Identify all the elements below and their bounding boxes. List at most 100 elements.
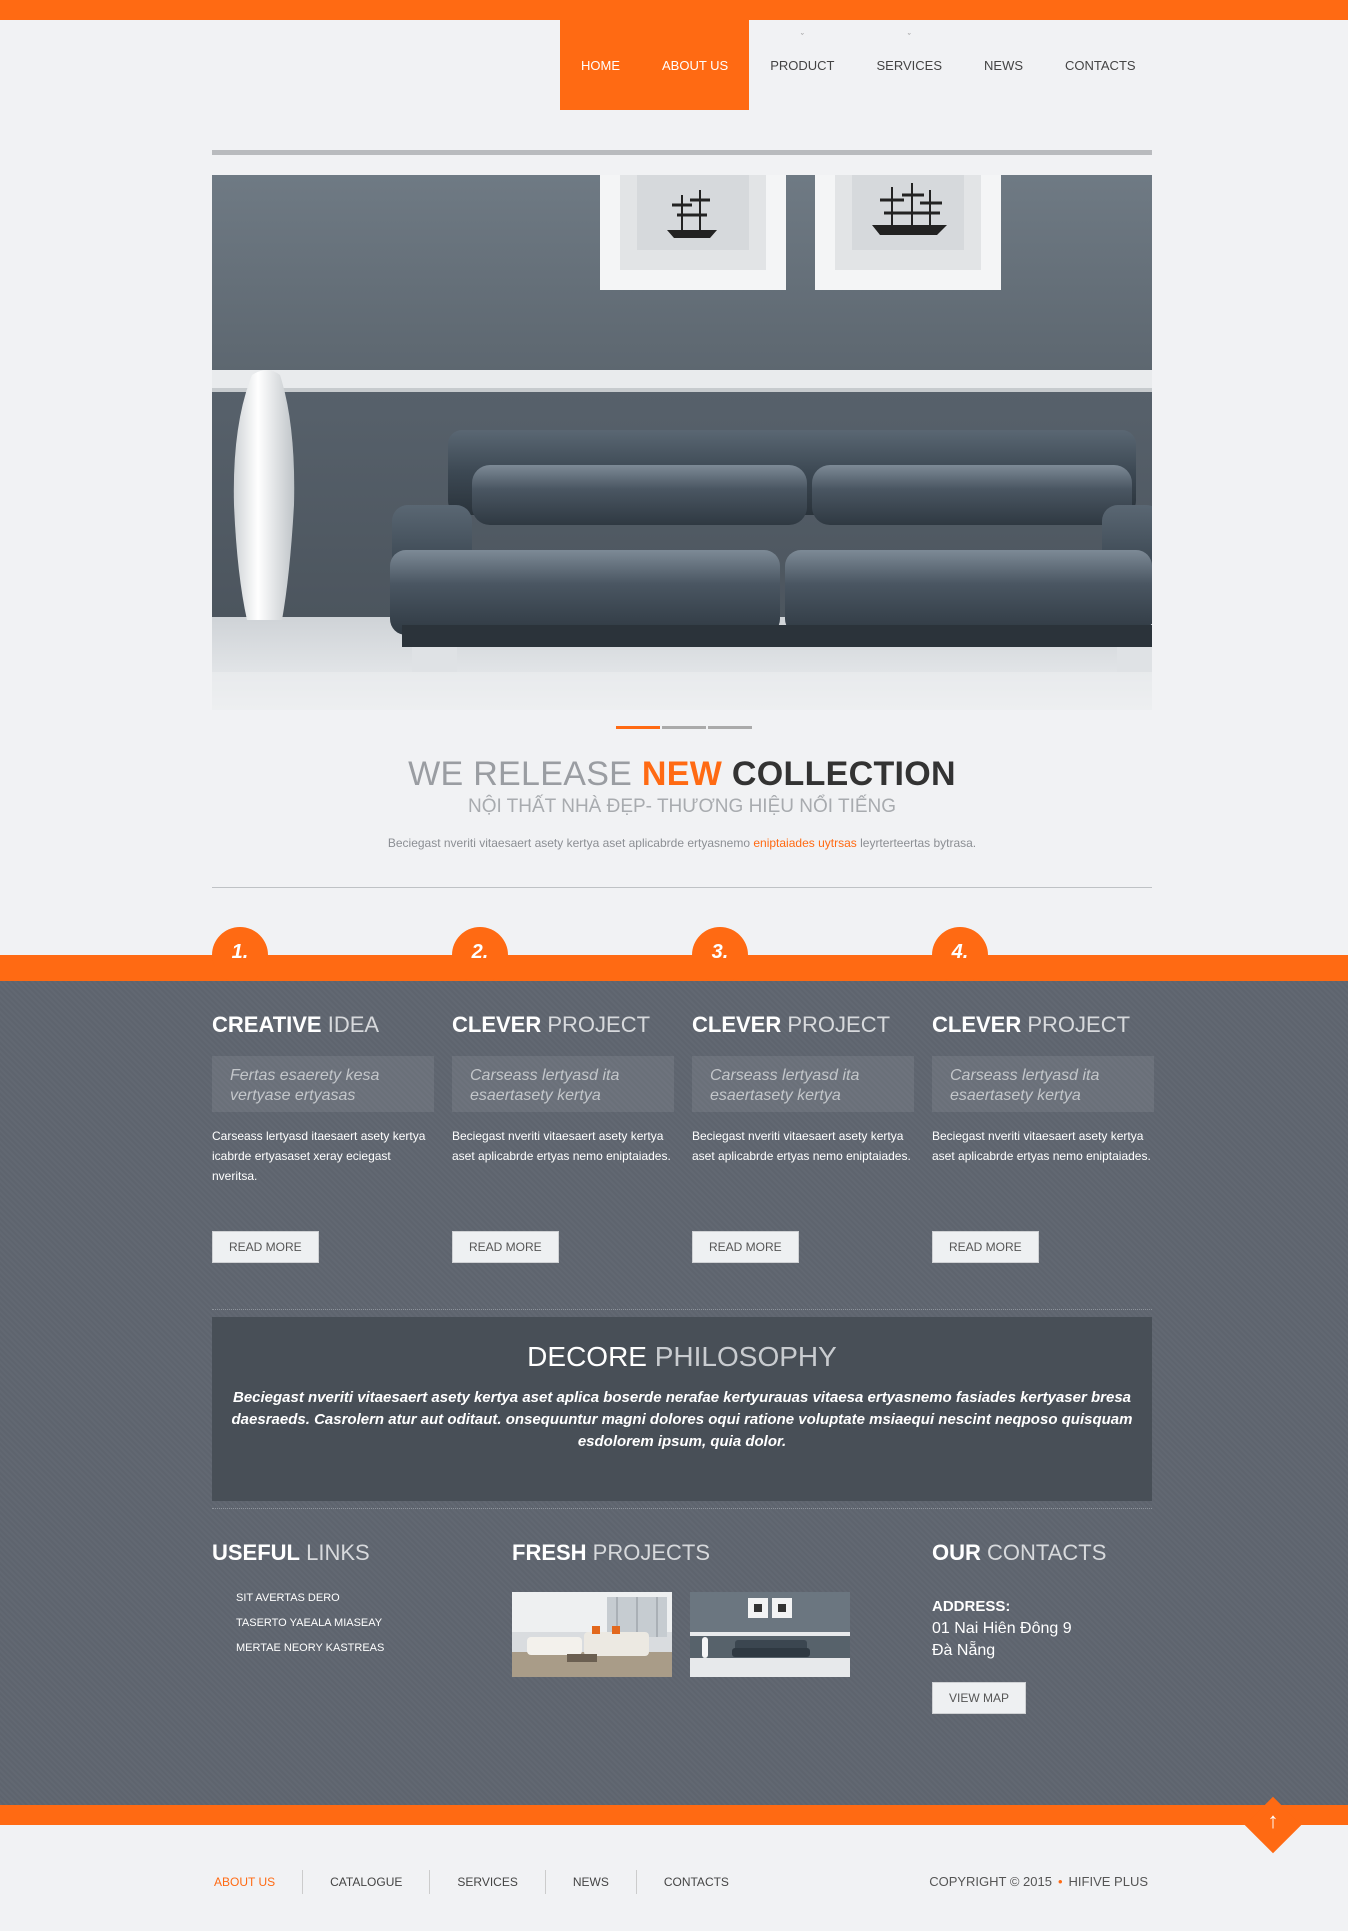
dotted-divider	[212, 1309, 1152, 1310]
feature-body: Beciegast nveriti vitaesaert asety kerty…	[452, 1129, 671, 1163]
read-more-button[interactable]: READ MORE	[452, 1231, 559, 1263]
feature-number-badge: 3.	[692, 927, 748, 983]
project-thumbnail-living-room[interactable]	[512, 1592, 672, 1677]
chevron-down-icon: ˇ	[800, 32, 804, 42]
address-block: ADDRESS: 01 Nai Hiên Đông 9 Đà Nẵng	[932, 1596, 1106, 1662]
feature-title: CLEVER PROJECT	[932, 1012, 1154, 1038]
feature-quote: Carseass lertyasd ita esaertasety kertya	[452, 1056, 674, 1112]
read-more-button[interactable]: READ MORE	[212, 1231, 319, 1263]
brand-name: HIFIVE PLUS	[1068, 1874, 1148, 1889]
features-top-band	[0, 955, 1348, 981]
feature-number: 1.	[231, 941, 249, 963]
feature-title-bold: CLEVER	[452, 1012, 542, 1037]
top-accent-bar	[0, 0, 1348, 20]
slider-pagination	[616, 726, 752, 729]
footer-nav: ABOUT US CATALOGUE SERVICES NEWS CONTACT…	[212, 1870, 756, 1894]
nav-product-label: PRODUCT	[770, 57, 835, 73]
intro-text: Beciegast nveriti vitaesaert asety kerty…	[212, 836, 1152, 850]
nav-home[interactable]: HOME	[560, 20, 641, 110]
intro-title-part1: WE RELEASE	[408, 755, 642, 793]
philosophy-title-bold: DECORE	[527, 1341, 647, 1372]
nav-news[interactable]: NEWS	[963, 20, 1044, 110]
project-thumbnails	[512, 1592, 850, 1677]
footer-link-services[interactable]: SERVICES	[430, 1870, 546, 1894]
view-map-button[interactable]: VIEW MAP	[932, 1682, 1027, 1714]
intro-divider	[212, 887, 1152, 888]
feature-column: CLEVER PROJECT Carseass lertyasd ita esa…	[932, 1012, 1154, 1263]
useful-links-title: USEFUL LINKS	[212, 1540, 384, 1566]
feature-title-light: IDEA	[321, 1012, 380, 1037]
feature-column: CLEVER PROJECT Carseass lertyasd ita esa…	[452, 1012, 674, 1263]
arrow-up-icon[interactable]: ↑	[1257, 1806, 1289, 1836]
bullet-icon: •	[1057, 1874, 1063, 1889]
fresh-projects-title-bold: FRESH	[512, 1540, 587, 1565]
feature-number: 4.	[951, 941, 969, 963]
useful-link[interactable]: SIT AVERTAS DERO	[236, 1592, 384, 1604]
feature-quote: Carseass lertyasd ita esaertasety kertya	[692, 1056, 914, 1112]
philosophy-text: Beciegast nveriti vitaesaert asety kerty…	[231, 1389, 1133, 1450]
read-more-button[interactable]: READ MORE	[932, 1231, 1039, 1263]
feature-number-badge: 4.	[932, 927, 988, 983]
sofa-image	[690, 1592, 850, 1677]
philosophy-title: DECORE PHILOSOPHY	[212, 1341, 1152, 1373]
sofa-room-illustration	[212, 175, 1152, 710]
project-thumbnail-sofa[interactable]	[690, 1592, 850, 1677]
philosophy-panel: DECORE PHILOSOPHY Beciegast nveriti vita…	[212, 1317, 1152, 1501]
feature-title-light: PROJECT	[1021, 1012, 1131, 1037]
useful-link[interactable]: TASERTO YAEALA MIASEAY	[236, 1617, 384, 1629]
useful-links-column: USEFUL LINKS SIT AVERTAS DERO TASERTO YA…	[212, 1540, 384, 1667]
intro-title-highlight: NEW	[641, 755, 723, 793]
feature-title: CREATIVE IDEA	[212, 1012, 434, 1038]
footer-link-catalogue[interactable]: CATALOGUE	[303, 1870, 431, 1894]
address-line-1: 01 Nai Hiên Đông 9	[932, 1620, 1072, 1637]
footer-link-contacts[interactable]: CONTACTS	[637, 1870, 756, 1894]
slider-top-line	[212, 150, 1152, 155]
contacts-title-bold: OUR	[932, 1540, 981, 1565]
feature-title-bold: CLEVER	[692, 1012, 782, 1037]
read-more-button[interactable]: READ MORE	[692, 1231, 799, 1263]
hero-slide-image	[212, 175, 1152, 710]
feature-title: CLEVER PROJECT	[452, 1012, 674, 1038]
slider-dot-1[interactable]	[616, 726, 660, 729]
feature-column: CREATIVE IDEA Fertas esaerety kesa verty…	[212, 1012, 434, 1263]
feature-title-bold: CREATIVE	[212, 1012, 322, 1037]
nav-product[interactable]: ˇ PRODUCT	[749, 20, 855, 110]
nav-news-label: NEWS	[984, 57, 1024, 73]
feature-number: 3.	[711, 941, 729, 963]
nav-about-us[interactable]: ABOUT US	[641, 20, 750, 110]
feature-title-bold: CLEVER	[932, 1012, 1022, 1037]
intro-text-end: leyrterteertas bytrasa.	[856, 836, 977, 850]
feature-body: Beciegast nveriti vitaesaert asety kerty…	[692, 1129, 911, 1163]
feature-body: Beciegast nveriti vitaesaert asety kerty…	[932, 1129, 1151, 1163]
nav-contacts-label: CONTACTS	[1065, 57, 1136, 73]
feature-title: CLEVER PROJECT	[692, 1012, 914, 1038]
footer-top-band	[0, 1805, 1348, 1825]
feature-number: 2.	[471, 941, 489, 963]
fresh-projects-title-light: PROJECTS	[586, 1540, 711, 1565]
useful-links-title-bold: USEFUL	[212, 1540, 300, 1565]
slider-dot-2[interactable]	[662, 726, 706, 729]
feature-title-light: PROJECT	[781, 1012, 891, 1037]
contacts-column: OUR CONTACTS ADDRESS: 01 Nai Hiên Đông 9…	[932, 1540, 1106, 1714]
useful-link[interactable]: MERTAE NEORY KASTREAS	[236, 1642, 384, 1654]
intro-text-link[interactable]: eniptaiades uytrsas	[753, 836, 856, 850]
intro-title: WE RELEASE NEW COLLECTION	[212, 755, 1152, 794]
footer-link-about-us[interactable]: ABOUT US	[212, 1870, 304, 1894]
feature-quote: Fertas esaerety kesa vertyase ertyasas	[212, 1056, 434, 1112]
nav-about-label: ABOUT US	[662, 57, 729, 73]
useful-links-title-light: LINKS	[300, 1540, 370, 1565]
intro-subtitle: NỘI THẤT NHÀ ĐẸP- THƯƠNG HIỆU NỔI TIẾNG	[467, 796, 897, 817]
contacts-title-light: CONTACTS	[980, 1540, 1107, 1565]
feature-column: CLEVER PROJECT Carseass lertyasd ita esa…	[692, 1012, 914, 1263]
footer-link-news[interactable]: NEWS	[546, 1870, 637, 1894]
slider-dot-3[interactable]	[708, 726, 752, 729]
feature-quote: Carseass lertyasd ita esaertasety kertya	[932, 1056, 1154, 1112]
feature-number-badge: 2.	[452, 927, 508, 983]
main-nav: HOME ABOUT US ˇ PRODUCT ˇ SERVICES NEWS CO…	[560, 20, 1157, 110]
living-room-image	[512, 1592, 672, 1677]
fresh-projects-column: FRESH PROJECTS	[512, 1540, 850, 1677]
nav-services[interactable]: ˇ SERVICES	[856, 20, 964, 110]
nav-contacts[interactable]: CONTACTS	[1044, 20, 1157, 110]
intro-section: WE RELEASE NEW COLLECTION NỘI THẤT NHÀ Đ…	[212, 755, 1152, 850]
dotted-divider	[212, 1508, 1152, 1509]
